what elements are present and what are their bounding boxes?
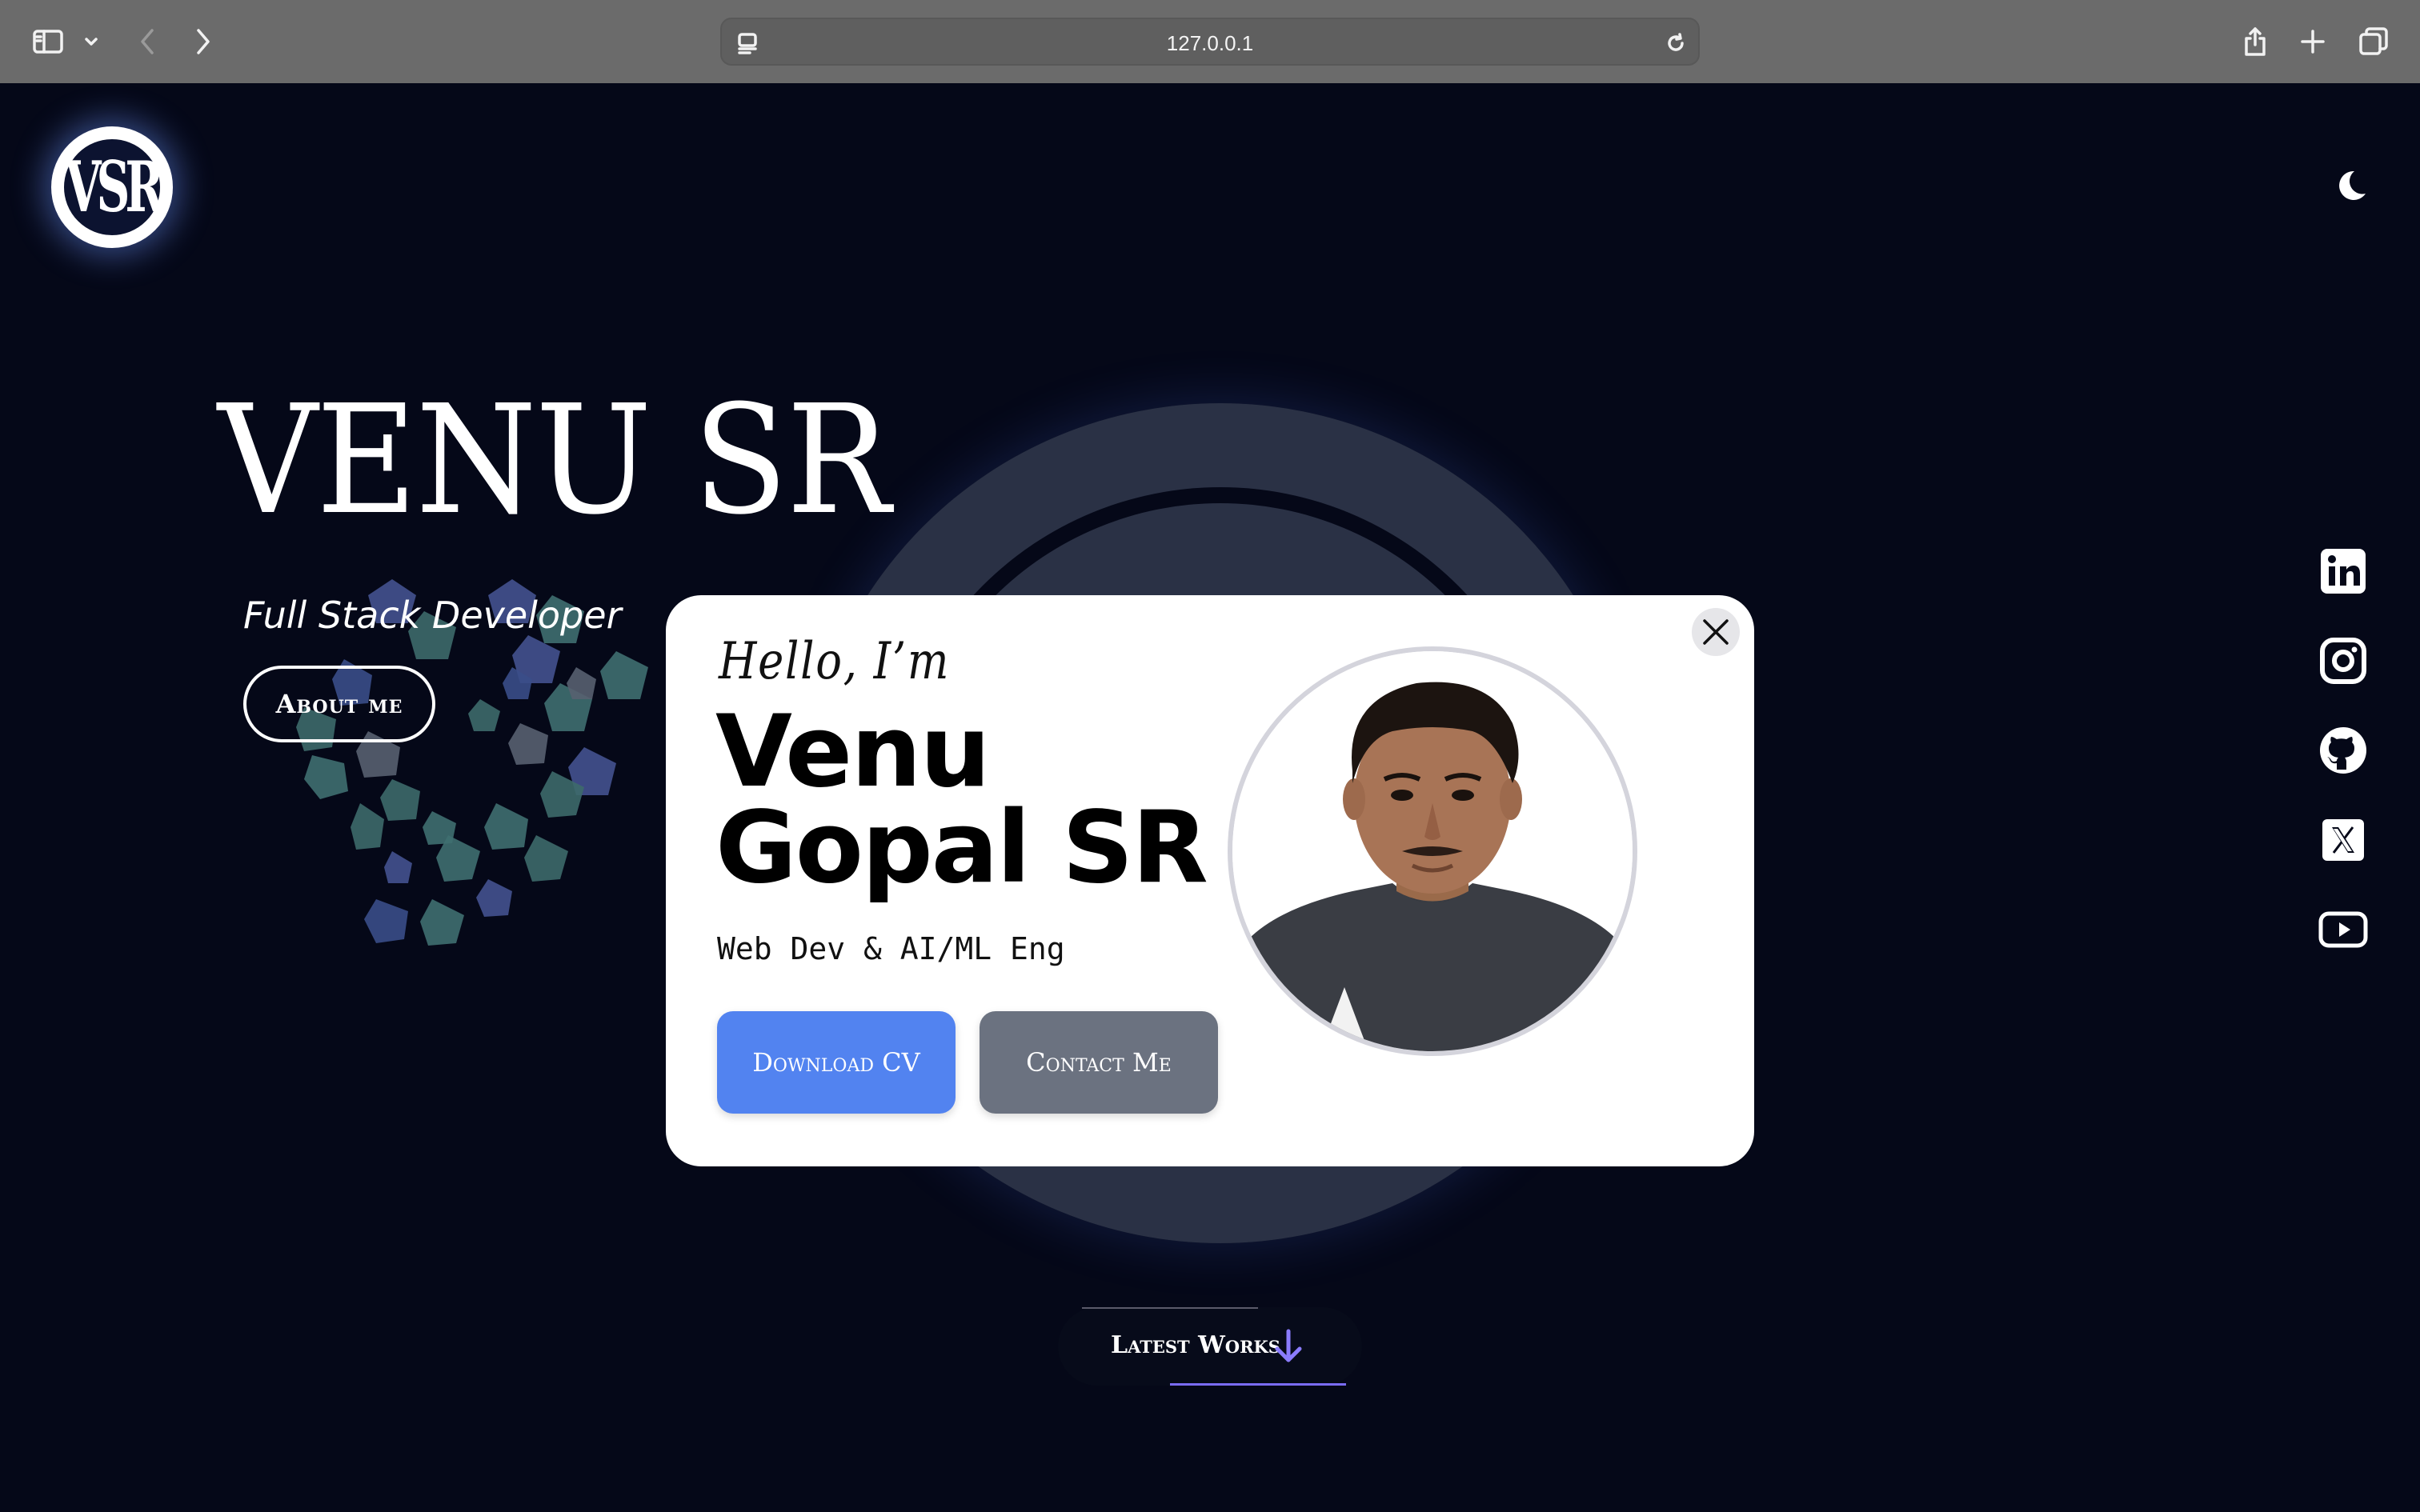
- browser-toolbar: 127.0.0.1: [0, 0, 2420, 83]
- greeting: Hello, I’m: [719, 632, 951, 691]
- url-text: 127.0.0.1: [1166, 31, 1254, 55]
- close-icon[interactable]: [1692, 608, 1740, 656]
- reload-icon[interactable]: [1661, 29, 1690, 58]
- about-me-button[interactable]: About me: [243, 666, 435, 742]
- logo-badge: VSR: [59, 134, 165, 240]
- site-logo[interactable]: VSR: [51, 126, 173, 248]
- download-cv-button[interactable]: Download CV: [717, 1011, 956, 1114]
- web-page: VSR VENU SR Full Stack Developer About m…: [0, 83, 2420, 1512]
- moon-icon[interactable]: [2330, 166, 2370, 206]
- address-bar[interactable]: 127.0.0.1: [720, 18, 1700, 66]
- latest-works-label: Latest Works: [1111, 1331, 1280, 1359]
- latest-works-top-border: [1082, 1307, 1258, 1309]
- modal-name-line2: Gopal SR: [715, 790, 1208, 906]
- social-links: [2318, 546, 2369, 994]
- share-icon[interactable]: [2234, 21, 2276, 62]
- intro-modal: Hello, I’m Venu Gopal SR Web Dev & AI/ML…: [666, 595, 1754, 1166]
- forward-icon[interactable]: [182, 21, 224, 62]
- contact-me-button[interactable]: Contact Me: [980, 1011, 1218, 1114]
- linkedin-icon[interactable]: [2318, 546, 2369, 597]
- tabs-icon[interactable]: [2353, 21, 2394, 62]
- github-icon[interactable]: [2318, 725, 2369, 776]
- back-icon[interactable]: [126, 21, 168, 62]
- youtube-icon[interactable]: [2318, 904, 2369, 955]
- profile-photo: [1228, 646, 1637, 1056]
- plus-icon[interactable]: [2292, 21, 2334, 62]
- latest-works-button[interactable]: Latest Works: [1058, 1307, 1362, 1386]
- sidebar-icon[interactable]: [27, 21, 69, 62]
- instagram-icon[interactable]: [2318, 635, 2369, 686]
- chevron-down-icon[interactable]: [75, 21, 107, 62]
- modal-tagline: Web Dev & AI/ML Eng: [717, 931, 1065, 966]
- logo-text: VSR: [65, 146, 163, 228]
- arrow-down-icon: [1272, 1328, 1304, 1365]
- latest-works-bottom-border: [1170, 1383, 1346, 1386]
- modal-name-line1: Venu: [715, 694, 991, 810]
- hero-name: VENU SR: [218, 373, 891, 548]
- x-icon[interactable]: [2318, 814, 2369, 866]
- hero-role: Full Stack Developer: [243, 594, 622, 637]
